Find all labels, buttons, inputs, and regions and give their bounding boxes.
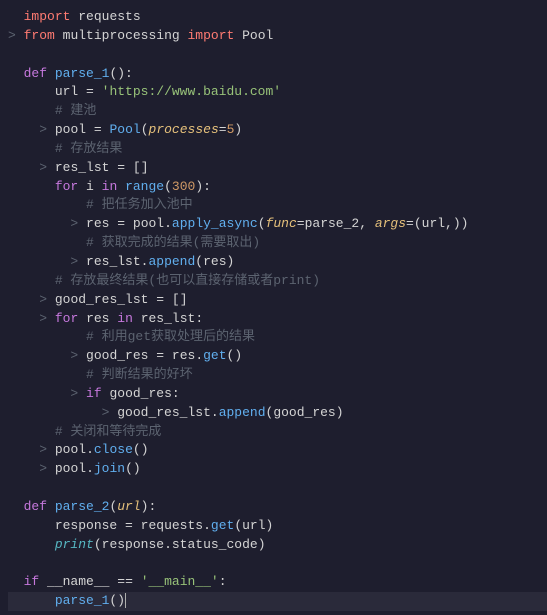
code-line: # 获取完成的结果(需要取出) xyxy=(8,234,547,253)
code-line: > res_lst = [] xyxy=(8,159,547,178)
code-line: def parse_1(): xyxy=(8,65,547,84)
code-line: > good_res_lst.append(good_res) xyxy=(8,404,547,423)
code-line: > pool.join() xyxy=(8,460,547,479)
code-line: > if good_res: xyxy=(8,385,547,404)
code-line: # 存放结果 xyxy=(8,140,547,159)
code-line: for i in range(300): xyxy=(8,178,547,197)
code-line: # 判断结果的好坏 xyxy=(8,366,547,385)
code-line: > for res in res_lst: xyxy=(8,310,547,329)
code-line: # 存放最终结果(也可以直接存储或者print) xyxy=(8,272,547,291)
code-line: print(response.status_code) xyxy=(8,536,547,555)
code-line: def parse_2(url): xyxy=(8,498,547,517)
code-line-active: parse_1() xyxy=(8,592,547,611)
code-line: # 把任务加入池中 xyxy=(8,196,547,215)
code-line: > pool.close() xyxy=(8,441,547,460)
code-block: import requests > from multiprocessing i… xyxy=(8,8,547,611)
code-line: import requests xyxy=(8,8,547,27)
code-line xyxy=(8,479,547,498)
code-line: > res_lst.append(res) xyxy=(8,253,547,272)
code-line: # 利用get获取处理后的结果 xyxy=(8,328,547,347)
code-line: > from multiprocessing import Pool xyxy=(8,27,547,46)
code-line: > good_res = res.get() xyxy=(8,347,547,366)
code-line: > pool = Pool(processes=5) xyxy=(8,121,547,140)
code-line: url = 'https://www.baidu.com' xyxy=(8,83,547,102)
code-line: if __name__ == '__main__': xyxy=(8,573,547,592)
code-line: # 关闭和等待完成 xyxy=(8,423,547,442)
code-line: > res = pool.apply_async(func=parse_2, a… xyxy=(8,215,547,234)
code-line xyxy=(8,46,547,65)
code-line: response = requests.get(url) xyxy=(8,517,547,536)
code-line: # 建池 xyxy=(8,102,547,121)
code-line xyxy=(8,554,547,573)
code-line: > good_res_lst = [] xyxy=(8,291,547,310)
